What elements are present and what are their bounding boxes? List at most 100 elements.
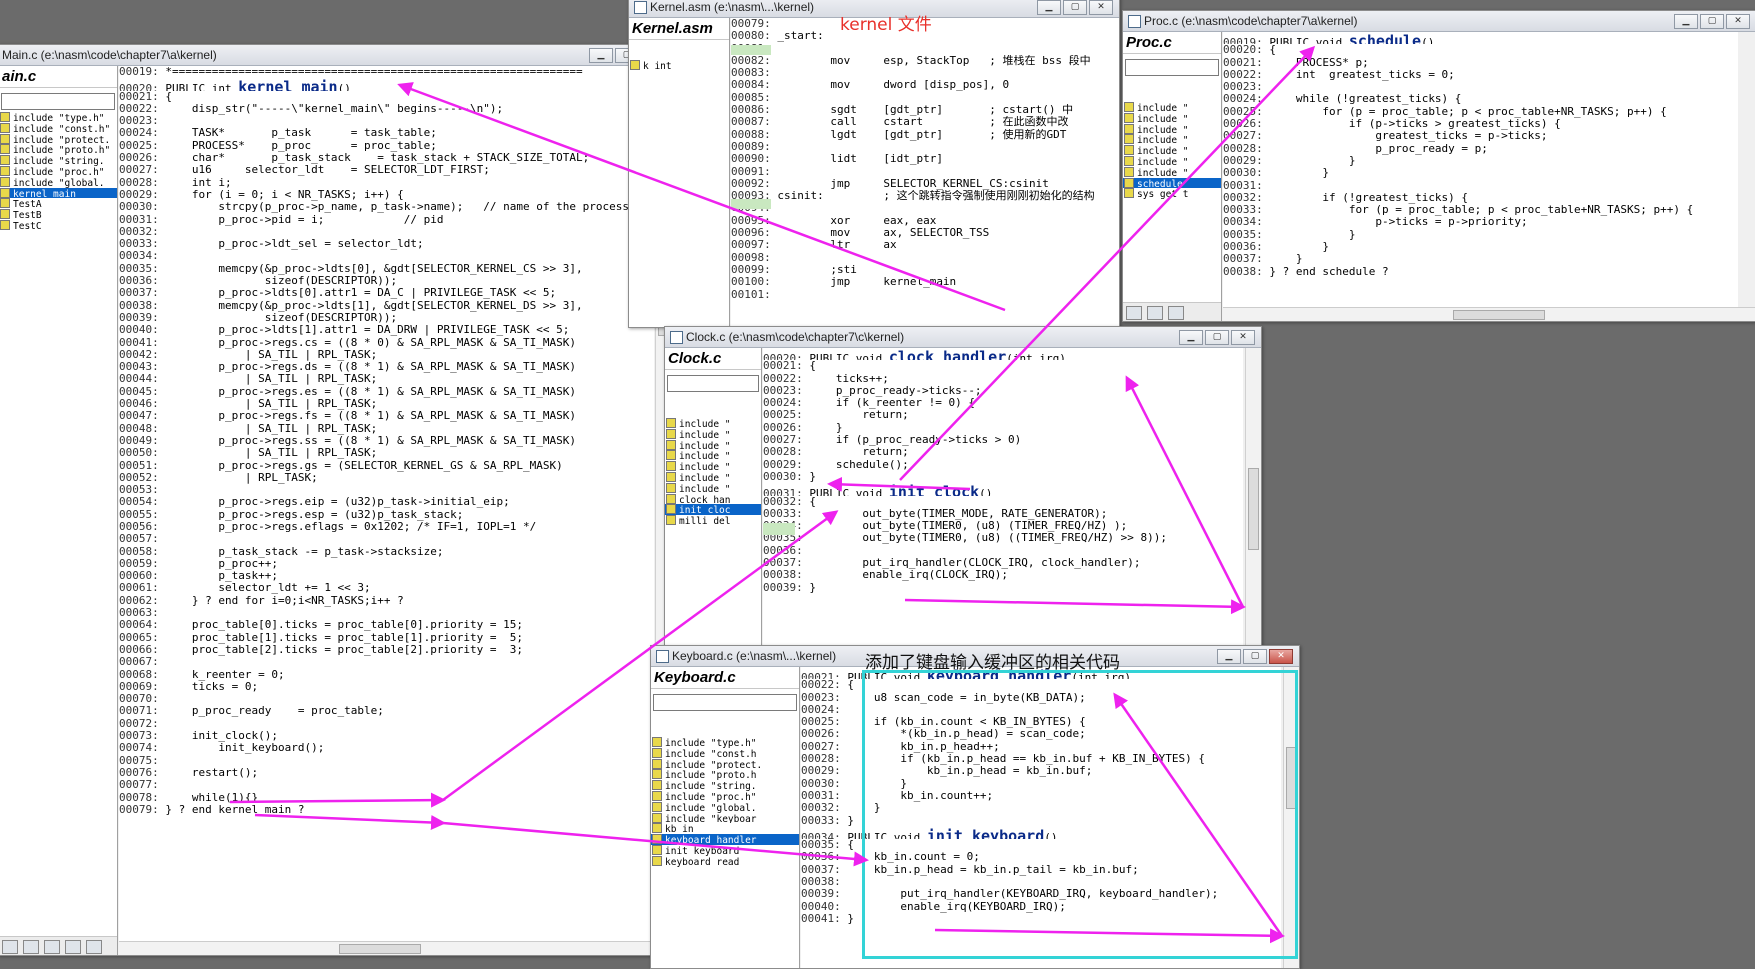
code-line[interactable]: 00066: proc_table[2].ticks = proc_table[… xyxy=(119,644,654,656)
sort-az-icon[interactable] xyxy=(1126,306,1142,320)
code-line[interactable]: 00033: } xyxy=(801,815,1281,827)
symbol-item[interactable]: include " xyxy=(1123,145,1221,156)
symbol-item[interactable]: kb_in xyxy=(651,823,799,834)
code-line[interactable]: 00029: schedule(); xyxy=(763,459,1243,471)
symbol-item[interactable]: include " xyxy=(665,461,761,472)
code-line[interactable]: 00037: } xyxy=(1223,253,1738,265)
code-line[interactable]: 00033: for (p = proc_table; p < proc_tab… xyxy=(1223,204,1738,216)
keyboard-c-window[interactable]: Keyboard.c (e:\nasm\...\kernel) ▁ ▢ ✕ Ke… xyxy=(650,645,1300,969)
symbol-item[interactable]: include " xyxy=(1123,102,1221,113)
symbol-item[interactable]: include " xyxy=(1123,134,1221,145)
code-line[interactable]: 00030: } xyxy=(763,471,1243,483)
code-line[interactable]: 00036: sizeof(DESCRIPTOR)); xyxy=(119,275,654,287)
keyboard-c-code-editor[interactable]: 00021: PUBLIC void keyboard_handler(int … xyxy=(801,667,1281,968)
code-line[interactable]: 00035: memcpy(&p_proc->ldts[0], &gdt[SEL… xyxy=(119,263,654,275)
code-line[interactable]: 00081: xyxy=(731,43,1119,55)
symbol-item[interactable]: include "protect. xyxy=(651,758,799,769)
code-line[interactable]: 00089: xyxy=(731,141,1119,153)
symbol-item[interactable]: include " xyxy=(665,428,761,440)
code-line[interactable]: 00087: call cstart ; 在此函数中改 xyxy=(731,116,1119,128)
symbol-item[interactable]: include "keyboar xyxy=(651,812,799,823)
symbol-item[interactable]: include "const.h" xyxy=(0,122,117,134)
code-line[interactable]: 00053: xyxy=(119,484,654,496)
main-c-window[interactable]: Main.c (e:\nasm\code\chapter7\a\kernel) … xyxy=(0,44,672,956)
code-line[interactable]: 00034: out_byte(TIMER0, (u8) (TIMER_FREQ… xyxy=(763,520,1243,532)
palette-icon[interactable] xyxy=(1168,306,1184,320)
code-line[interactable]: 00029: } xyxy=(1223,155,1738,167)
code-line[interactable]: 00074: init_keyboard(); xyxy=(119,742,654,754)
symbol-item[interactable]: init_keyboard xyxy=(651,844,799,856)
code-line[interactable]: 00067: xyxy=(119,656,654,668)
palette-icon[interactable] xyxy=(44,940,60,954)
code-line[interactable]: 00031: PUBLIC void init_clock() xyxy=(763,483,1243,495)
symbol-item[interactable]: k_int xyxy=(629,60,729,71)
code-line[interactable]: 00075: xyxy=(119,755,654,767)
maximize-button[interactable]: ▢ xyxy=(1243,649,1267,664)
symbol-item[interactable]: include " xyxy=(665,439,761,450)
code-line[interactable]: 00054: p_proc->regs.eip = (u32)p_task->i… xyxy=(119,496,654,508)
close-button[interactable]: ✕ xyxy=(1231,330,1255,345)
main-c-code-editor[interactable]: 00019: *================================… xyxy=(119,66,654,941)
symbol-item[interactable]: include "proc.h" xyxy=(0,165,117,177)
proc-c-horizontal-scrollbar[interactable] xyxy=(1223,307,1755,321)
clock-c-symbol-list[interactable]: include " include " include " include " incl… xyxy=(665,418,761,645)
symbol-item[interactable]: include " xyxy=(665,450,761,461)
code-line[interactable]: 00062: } ? end for i=0;i<NR_TASKS;i++ ? xyxy=(119,595,654,607)
code-line[interactable]: 00042: | SA_TIL | RPL_TASK; xyxy=(119,349,654,361)
code-line[interactable]: 00032: if (!greatest_ticks) { xyxy=(1223,192,1738,204)
proc-c-symbol-search[interactable] xyxy=(1125,59,1219,76)
code-line[interactable]: 00084: mov dword [disp_pos], 0 xyxy=(731,79,1119,91)
code-line[interactable]: 00028: if (kb_in.p_head == kb_in.buf + K… xyxy=(801,753,1281,765)
code-line[interactable]: 00026: *(kb_in.p_head) = scan_code; xyxy=(801,728,1281,740)
proc-c-window[interactable]: Proc.c (e:\nasm\code\chapter7\a\kernel) … xyxy=(1122,10,1755,322)
code-line[interactable]: 00040: enable_irq(KEYBOARD_IRQ); xyxy=(801,901,1281,913)
code-line[interactable]: 00039: } xyxy=(763,582,1243,594)
sort-az-icon[interactable] xyxy=(2,940,18,954)
code-line[interactable]: 00026: } xyxy=(763,422,1243,434)
code-line[interactable]: 00096: mov ax, SELECTOR_TSS xyxy=(731,227,1119,239)
code-line[interactable]: 00022: { xyxy=(801,679,1281,691)
list-view-icon[interactable] xyxy=(1147,306,1163,320)
maximize-button[interactable]: ▢ xyxy=(1205,330,1229,345)
code-line[interactable]: 00037: kb_in.p_head = kb_in.p_tail = kb_… xyxy=(801,864,1281,876)
symbol-item[interactable]: include " xyxy=(665,471,761,483)
symbol-item[interactable]: milli_del xyxy=(665,515,761,526)
code-line[interactable]: 00031: kb_in.count++; xyxy=(801,790,1281,802)
code-line[interactable]: 00097: ltr ax xyxy=(731,239,1119,251)
code-line[interactable]: 00029: kb_in.p_head = kb_in.buf; xyxy=(801,765,1281,777)
code-line[interactable]: 00101: xyxy=(731,289,1119,301)
code-line[interactable]: 00033: p_proc->ldt_sel = selector_ldt; xyxy=(119,238,654,250)
main-c-horizontal-scrollbar[interactable] xyxy=(119,941,656,955)
code-line[interactable]: 00033: out_byte(TIMER_MODE, RATE_GENERAT… xyxy=(763,508,1243,520)
symbol-item[interactable]: include "proto.h xyxy=(651,769,799,780)
code-line[interactable]: 00050: | SA_TIL | RPL_TASK; xyxy=(119,447,654,459)
print-icon[interactable] xyxy=(86,940,102,954)
code-line[interactable]: 00027: if (p_proc_ready->ticks > 0) xyxy=(763,434,1243,446)
code-line[interactable]: 00064: proc_table[0].ticks = proc_table[… xyxy=(119,619,654,631)
clock-c-window[interactable]: Clock.c (e:\nasm\code\chapter7\c\kernel)… xyxy=(664,326,1262,646)
close-button[interactable]: ✕ xyxy=(1269,649,1293,664)
code-line[interactable]: 00056: p_proc->regs.eflags = 0x1202; /* … xyxy=(119,521,654,533)
keyboard-c-symbol-search[interactable] xyxy=(653,694,797,711)
code-line[interactable]: 00039: put_irq_handler(KEYBOARD_IRQ, key… xyxy=(801,888,1281,900)
code-line[interactable]: 00027: u16 selector_ldt = SELECTOR_LDT_F… xyxy=(119,164,654,176)
code-line[interactable]: 00072: xyxy=(119,718,654,730)
code-line[interactable]: 00034: xyxy=(119,250,654,262)
symbol-item[interactable]: clock_han xyxy=(665,493,761,504)
code-line[interactable]: 00043: p_proc->regs.ds = ((8 * 1) & SA_R… xyxy=(119,361,654,373)
list-view-icon[interactable] xyxy=(23,940,39,954)
code-line[interactable]: 00028: int i; xyxy=(119,177,654,189)
code-line[interactable]: 00034: p->ticks = p->priority; xyxy=(1223,216,1738,228)
symbol-item[interactable]: include "type.h" xyxy=(0,112,117,123)
symbol-item[interactable]: include " xyxy=(665,418,761,429)
proc-c-code-editor[interactable]: 00019: PUBLIC void schedule() 00020: {000… xyxy=(1223,32,1738,307)
code-line[interactable]: 00100: jmp kernel_main xyxy=(731,276,1119,288)
main-c-symbol-search[interactable] xyxy=(1,93,115,110)
symbol-item[interactable]: TestA xyxy=(0,198,117,209)
code-line[interactable]: 00079: } ? end kernel_main ? xyxy=(119,804,654,816)
kernel-asm-window[interactable]: Kernel.asm (e:\nasm\...\kernel) ▁ ▢ ✕ Ke… xyxy=(628,0,1120,328)
code-line[interactable]: 00088: lgdt [gdt_ptr] ; 使用新的GDT xyxy=(731,129,1119,141)
code-line[interactable]: 00041: p_proc->regs.cs = ((8 * 0) & SA_R… xyxy=(119,337,654,349)
symbol-item[interactable]: include "proc.h" xyxy=(651,790,799,802)
code-line[interactable]: 00058: p_task_stack -= p_task->stacksize… xyxy=(119,546,654,558)
